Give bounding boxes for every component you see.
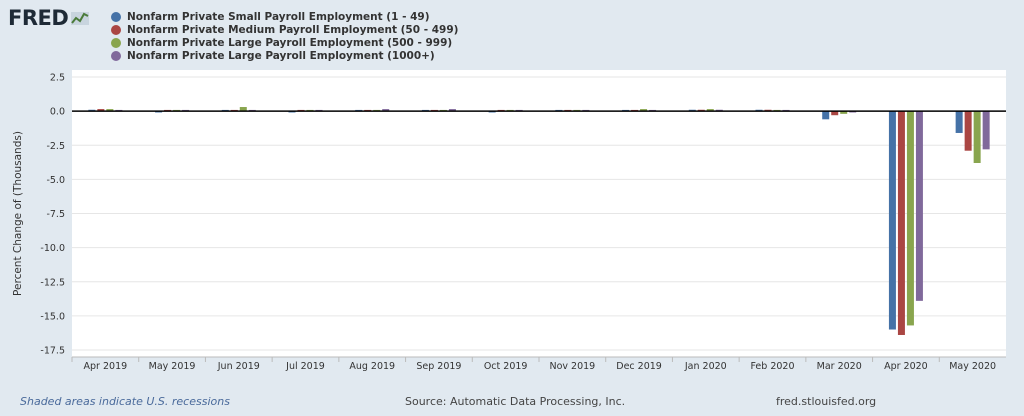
x-tick-label: Apr 2020 [884,361,928,372]
bar [982,111,990,150]
x-tick-label: Dec 2019 [616,361,662,372]
x-tick-label: Aug 2019 [349,361,395,372]
y-tick-label: 2.5 [50,73,65,84]
bar [906,111,914,326]
bar [888,111,896,330]
chart-area: 2.5 0.0 -2.5 -5.0 -7.5 -10.0 -12.5 -15.0 -17.5 Pe… [0,0,1024,412]
y-axis-label: Percent Change of (Thousands) [12,131,24,296]
bar [964,111,972,151]
x-tick-label: Jun 2019 [217,361,260,372]
x-tick-label: Mar 2020 [817,361,862,372]
bar [973,111,981,163]
x-tick-label: May 2019 [149,361,196,372]
x-tick-label: Jul 2019 [285,361,325,372]
x-tick-label: Sep 2019 [416,361,461,372]
bar-chart: 2.5 0.0 -2.5 -5.0 -7.5 -10.0 -12.5 -15.0 -17.5 Pe… [12,70,1006,372]
source-note: Source: Automatic Data Processing, Inc. [405,395,626,408]
y-tick-label: -15.0 [40,311,65,322]
recession-note: Shaded areas indicate U.S. recessions [20,395,230,408]
x-tick-label: Apr 2019 [84,361,128,372]
y-tick-label: -2.5 [46,141,65,152]
x-tick-label: Oct 2019 [484,361,528,372]
y-tick-label: 0.0 [50,107,65,118]
source-url[interactable]: fred.stlouisfed.org [776,395,876,408]
bar [955,111,963,133]
bar [915,111,923,301]
y-tick-label: -7.5 [46,209,65,220]
y-tick-label: -12.5 [40,277,65,288]
y-tick-label: -17.5 [40,346,65,357]
bar [897,111,905,335]
bar [822,111,830,120]
y-tick-label: -10.0 [40,243,65,254]
x-tick-label: Jan 2020 [684,361,727,372]
x-tick-label: Nov 2019 [549,361,595,372]
y-tick-label: -5.0 [46,175,65,186]
x-tick-label: May 2020 [949,361,996,372]
x-tick-label: Feb 2020 [750,361,794,372]
